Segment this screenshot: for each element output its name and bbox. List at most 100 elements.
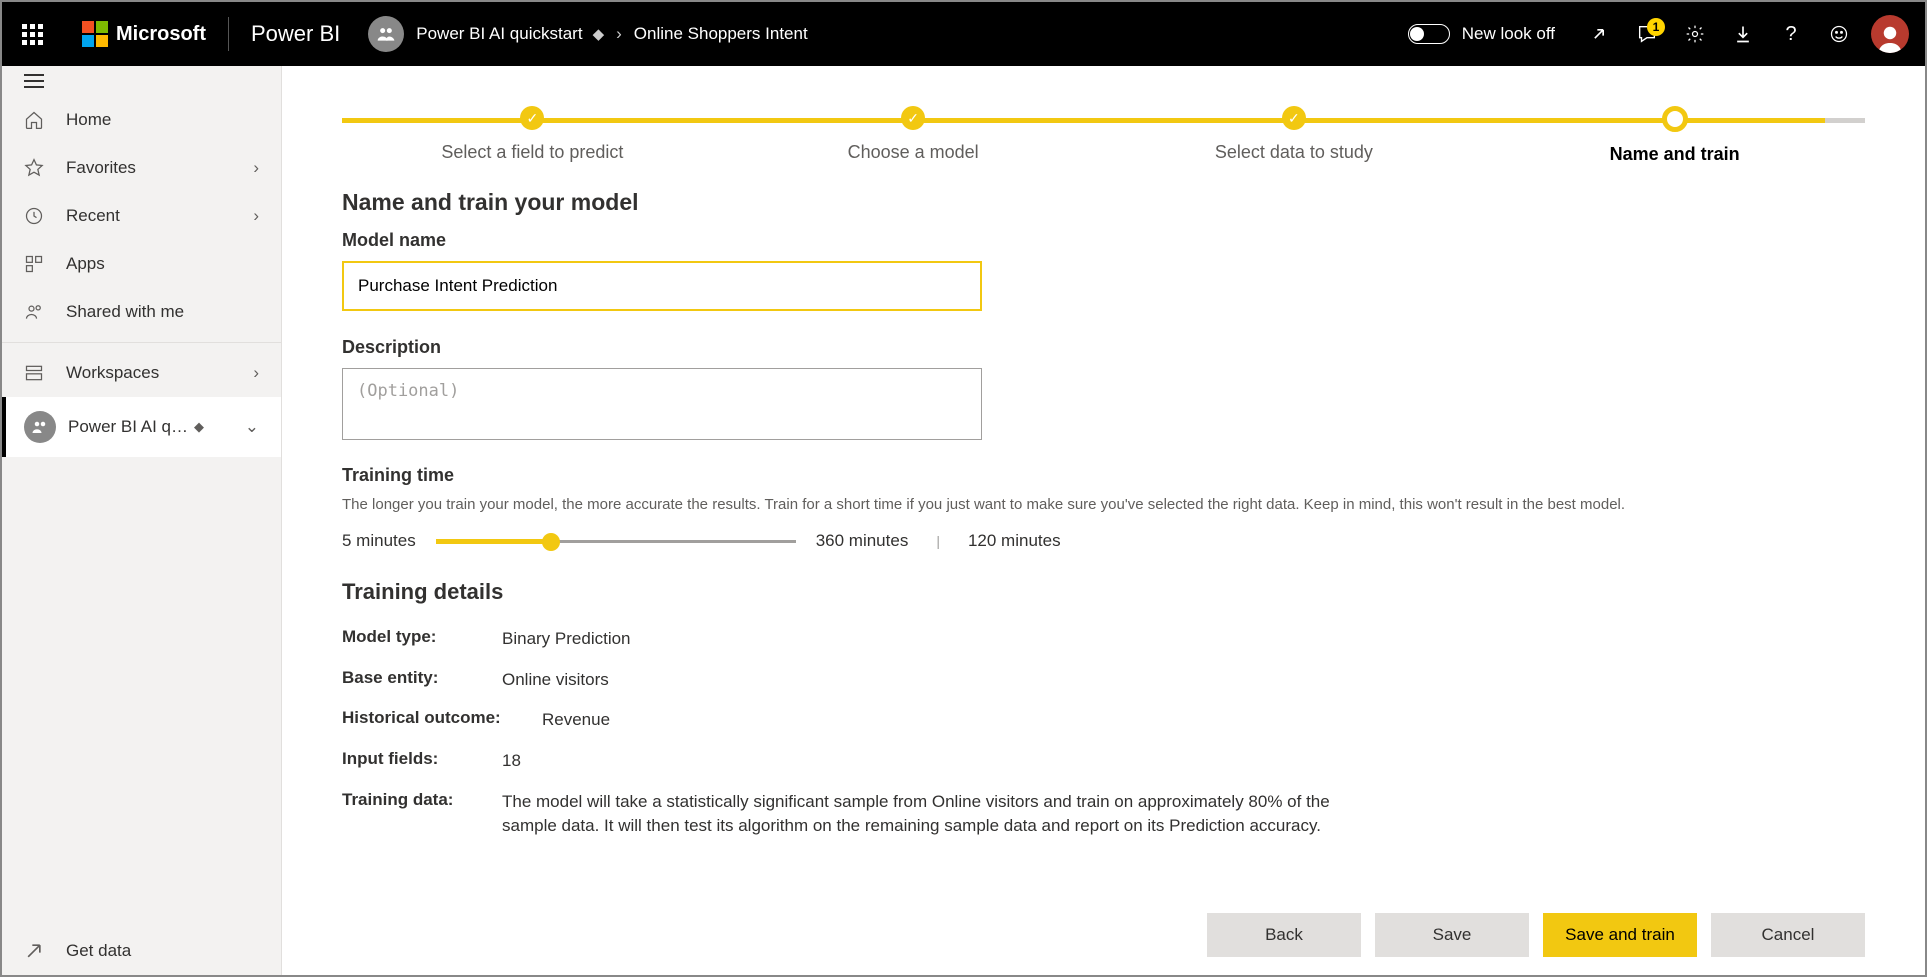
user-avatar[interactable] xyxy=(1871,15,1909,53)
breadcrumb-item[interactable]: Online Shoppers Intent xyxy=(634,24,808,44)
model-name-input[interactable] xyxy=(342,261,982,311)
workspace-icon xyxy=(24,411,56,443)
details-heading: Training details xyxy=(342,579,1865,605)
nav-shared[interactable]: Shared with me xyxy=(2,288,281,336)
step-label: Select data to study xyxy=(1104,142,1485,163)
notifications-button[interactable]: 1 xyxy=(1625,12,1669,56)
star-icon xyxy=(24,158,48,178)
settings-button[interactable] xyxy=(1673,12,1717,56)
detail-value: Online visitors xyxy=(502,668,1382,693)
slider-thumb[interactable] xyxy=(542,533,560,551)
slider-separator: | xyxy=(936,533,940,549)
get-data-icon xyxy=(24,941,48,961)
cancel-button[interactable]: Cancel xyxy=(1711,913,1865,957)
nav-label: Apps xyxy=(66,254,105,274)
detail-historical-outcome: Historical outcome: Revenue xyxy=(342,700,1865,741)
current-step-icon xyxy=(1662,106,1688,132)
home-icon xyxy=(24,110,48,130)
clock-icon xyxy=(24,206,48,226)
nav-home[interactable]: Home xyxy=(2,96,281,144)
step-4[interactable]: Name and train xyxy=(1484,100,1865,165)
check-icon: ✓ xyxy=(520,106,544,130)
nav-workspaces[interactable]: Workspaces › xyxy=(2,349,281,397)
nav-label: Workspaces xyxy=(66,363,159,383)
detail-key: Input fields: xyxy=(342,749,502,774)
breadcrumb-workspace[interactable]: Power BI AI quickstart xyxy=(416,24,582,44)
app-header: Microsoft Power BI Power BI AI quickstar… xyxy=(2,2,1925,66)
feedback-button[interactable] xyxy=(1817,12,1861,56)
microsoft-text: Microsoft xyxy=(116,23,206,46)
step-label: Select a field to predict xyxy=(342,142,723,163)
save-and-train-button[interactable]: Save and train xyxy=(1543,913,1697,957)
people-icon xyxy=(24,302,48,322)
apps-icon xyxy=(24,254,48,274)
new-look-toggle[interactable] xyxy=(1408,24,1450,44)
nav-get-data[interactable]: Get data xyxy=(2,927,281,975)
wizard-footer: Back Save Save and train Cancel xyxy=(1207,913,1865,957)
check-icon: ✓ xyxy=(1282,106,1306,130)
microsoft-logo: Microsoft xyxy=(82,21,206,47)
fullscreen-button[interactable] xyxy=(1577,12,1621,56)
breadcrumb: Power BI AI quickstart ◆ › Online Shoppe… xyxy=(368,16,807,52)
step-label: Name and train xyxy=(1484,144,1865,165)
description-label: Description xyxy=(342,337,1865,358)
detail-key: Historical outcome: xyxy=(342,708,542,733)
product-name[interactable]: Power BI xyxy=(251,21,340,47)
wizard-stepper: ✓ Select a field to predict ✓ Choose a mod… xyxy=(282,66,1925,175)
step-label: Choose a model xyxy=(723,142,1104,163)
premium-icon: ◆ xyxy=(593,25,605,43)
workspaces-icon xyxy=(24,363,48,383)
nav-toggle-button[interactable] xyxy=(2,66,281,96)
detail-value: Revenue xyxy=(542,708,1422,733)
app-launcher-button[interactable] xyxy=(12,14,52,54)
back-button[interactable]: Back xyxy=(1207,913,1361,957)
workspace-icon xyxy=(368,16,404,52)
new-look-label: New look off xyxy=(1462,24,1555,44)
nav-apps[interactable]: Apps xyxy=(2,240,281,288)
nav-active-workspace[interactable]: Power BI AI q… ◆ ⌄ xyxy=(2,397,281,457)
chevron-right-icon: › xyxy=(253,363,259,383)
detail-key: Base entity: xyxy=(342,668,502,693)
detail-value: 18 xyxy=(502,749,1382,774)
slider-max-label: 360 minutes xyxy=(816,531,909,551)
nav-label: Power BI AI q… xyxy=(68,417,188,437)
step-1[interactable]: ✓ Select a field to predict xyxy=(342,100,723,163)
nav-recent[interactable]: Recent › xyxy=(2,192,281,240)
training-time-slider[interactable] xyxy=(436,531,796,551)
slider-min-label: 5 minutes xyxy=(342,531,416,551)
description-input[interactable] xyxy=(342,368,982,440)
premium-icon: ◆ xyxy=(194,419,204,435)
help-button[interactable]: ? xyxy=(1769,12,1813,56)
detail-key: Training data: xyxy=(342,790,502,839)
chevron-right-icon: › xyxy=(253,206,259,226)
detail-training-data: Training data: The model will take a sta… xyxy=(342,782,1865,847)
header-divider xyxy=(228,17,229,51)
slider-value-label: 120 minutes xyxy=(968,531,1061,551)
chevron-down-icon: ⌄ xyxy=(245,417,259,437)
sidebar: Home Favorites › Recent › Apps Shared wi… xyxy=(2,66,282,975)
waffle-icon xyxy=(22,24,43,45)
check-icon: ✓ xyxy=(901,106,925,130)
save-button[interactable]: Save xyxy=(1375,913,1529,957)
training-time-label: Training time xyxy=(342,465,1865,486)
nav-label: Get data xyxy=(66,941,131,961)
notification-badge: 1 xyxy=(1647,18,1665,36)
chevron-right-icon: › xyxy=(253,158,259,178)
download-button[interactable] xyxy=(1721,12,1765,56)
header-right: New look off 1 ? xyxy=(1408,12,1915,56)
nav-label: Home xyxy=(66,110,111,130)
nav-favorites[interactable]: Favorites › xyxy=(2,144,281,192)
training-details: Training details Model type: Binary Pred… xyxy=(342,579,1865,847)
detail-input-fields: Input fields: 18 xyxy=(342,741,1865,782)
detail-model-type: Model type: Binary Prediction xyxy=(342,619,1865,660)
section-title: Name and train your model xyxy=(342,189,1865,216)
step-2[interactable]: ✓ Choose a model xyxy=(723,100,1104,163)
model-name-label: Model name xyxy=(342,230,1865,251)
training-time-slider-row: 5 minutes 360 minutes | 120 minutes xyxy=(342,531,1865,551)
step-3[interactable]: ✓ Select data to study xyxy=(1104,100,1485,163)
training-time-help: The longer you train your model, the mor… xyxy=(342,496,1865,513)
detail-value: Binary Prediction xyxy=(502,627,1382,652)
nav-label: Shared with me xyxy=(66,302,184,322)
main-content: ✓ Select a field to predict ✓ Choose a mod… xyxy=(282,66,1925,975)
nav-label: Favorites xyxy=(66,158,136,178)
